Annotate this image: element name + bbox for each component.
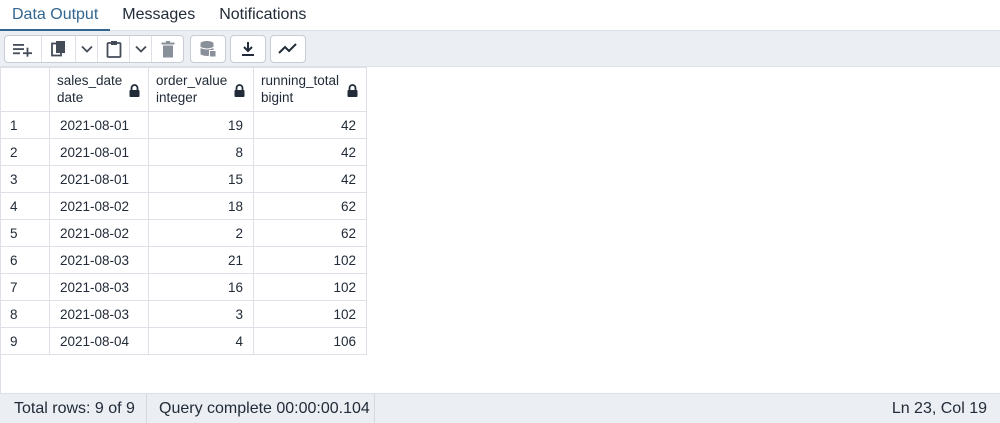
add-row-icon xyxy=(12,41,34,57)
table-row[interactable]: 4 2021-08-02 18 62 xyxy=(0,192,367,220)
row-number[interactable]: 5 xyxy=(0,219,50,247)
cell-sales-date[interactable]: 2021-08-01 xyxy=(49,111,149,139)
column-header-running-total[interactable]: running_total bigint xyxy=(253,67,367,112)
cell-running-total[interactable]: 62 xyxy=(253,219,367,247)
query-complete-status: Query complete 00:00:00.104 xyxy=(159,400,370,417)
table-row[interactable]: 5 2021-08-02 2 62 xyxy=(0,219,367,247)
download-group xyxy=(230,35,266,63)
lock-icon xyxy=(234,84,245,100)
chevron-down-icon xyxy=(80,45,93,53)
delete-icon xyxy=(161,40,175,58)
cell-running-total[interactable]: 102 xyxy=(253,273,367,301)
result-tabs: Data Output Messages Notifications xyxy=(0,0,1000,31)
cell-order-value[interactable]: 4 xyxy=(148,327,254,355)
tab-messages[interactable]: Messages xyxy=(110,0,207,30)
status-divider xyxy=(146,394,147,423)
row-number[interactable]: 3 xyxy=(0,165,50,193)
cell-sales-date[interactable]: 2021-08-02 xyxy=(49,219,149,247)
row-number[interactable]: 6 xyxy=(0,246,50,274)
cell-sales-date[interactable]: 2021-08-01 xyxy=(49,138,149,166)
tab-notifications[interactable]: Notifications xyxy=(207,0,318,30)
row-number[interactable]: 2 xyxy=(0,138,50,166)
cell-running-total[interactable]: 42 xyxy=(253,138,367,166)
graph-icon xyxy=(278,43,298,55)
cell-sales-date[interactable]: 2021-08-03 xyxy=(49,246,149,274)
row-number[interactable]: 1 xyxy=(0,111,50,139)
row-number-header[interactable] xyxy=(0,67,50,112)
row-number[interactable]: 9 xyxy=(0,327,50,355)
column-header-order-value[interactable]: order_value integer xyxy=(148,67,254,112)
column-header-sales-date[interactable]: sales_date date xyxy=(49,67,149,112)
total-rows-status: Total rows: 9 of 9 xyxy=(14,400,135,417)
save-data-button[interactable] xyxy=(191,36,225,62)
table-row[interactable]: 9 2021-08-04 4 106 xyxy=(0,327,367,355)
row-number[interactable]: 8 xyxy=(0,300,50,328)
column-name: sales_date xyxy=(57,73,123,88)
column-type: bigint xyxy=(261,90,294,105)
table-row[interactable]: 3 2021-08-01 15 42 xyxy=(0,165,367,193)
cell-order-value[interactable]: 8 xyxy=(148,138,254,166)
status-bar: Total rows: 9 of 9 Query complete 00:00:… xyxy=(0,393,1000,423)
paste-options-dropdown[interactable] xyxy=(129,36,151,62)
cell-order-value[interactable]: 16 xyxy=(148,273,254,301)
cell-running-total[interactable]: 102 xyxy=(253,246,367,274)
grid-header-row: sales_date date order_value integer runn… xyxy=(0,67,367,112)
edit-button-group xyxy=(4,35,184,63)
lock-icon xyxy=(129,84,140,100)
cell-order-value[interactable]: 15 xyxy=(148,165,254,193)
graph-group xyxy=(270,35,306,63)
data-grid: sales_date date order_value integer runn… xyxy=(0,67,367,355)
save-data-icon xyxy=(199,40,217,58)
tab-data-output[interactable]: Data Output xyxy=(0,0,111,31)
cell-sales-date[interactable]: 2021-08-02 xyxy=(49,192,149,220)
table-row[interactable]: 6 2021-08-03 21 102 xyxy=(0,246,367,274)
cell-order-value[interactable]: 3 xyxy=(148,300,254,328)
cell-sales-date[interactable]: 2021-08-01 xyxy=(49,165,149,193)
status-divider xyxy=(374,394,375,423)
paste-icon xyxy=(106,40,122,58)
cell-sales-date[interactable]: 2021-08-03 xyxy=(49,273,149,301)
copy-button[interactable] xyxy=(41,36,75,62)
paste-button[interactable] xyxy=(97,36,129,62)
cell-sales-date[interactable]: 2021-08-03 xyxy=(49,300,149,328)
cell-sales-date[interactable]: 2021-08-04 xyxy=(49,327,149,355)
lock-icon xyxy=(347,84,358,100)
table-row[interactable]: 7 2021-08-03 16 102 xyxy=(0,273,367,301)
cell-running-total[interactable]: 42 xyxy=(253,111,367,139)
column-type: date xyxy=(57,90,84,105)
column-name: running_total xyxy=(261,73,340,88)
cell-order-value[interactable]: 21 xyxy=(148,246,254,274)
copy-icon xyxy=(50,40,67,58)
row-number[interactable]: 4 xyxy=(0,192,50,220)
cell-order-value[interactable]: 18 xyxy=(148,192,254,220)
copy-options-dropdown[interactable] xyxy=(75,36,97,62)
cursor-position-status: Ln 23, Col 19 xyxy=(891,400,987,417)
save-group xyxy=(190,35,226,63)
chevron-down-icon xyxy=(134,45,147,53)
column-name: order_value xyxy=(156,73,228,88)
cell-order-value[interactable]: 2 xyxy=(148,219,254,247)
column-type: integer xyxy=(156,90,198,105)
table-row[interactable]: 2 2021-08-01 8 42 xyxy=(0,138,367,166)
download-icon xyxy=(241,41,255,57)
data-output-toolbar xyxy=(0,31,1000,67)
delete-button[interactable] xyxy=(151,36,183,62)
table-row[interactable]: 1 2021-08-01 19 42 xyxy=(0,111,367,139)
cell-running-total[interactable]: 62 xyxy=(253,192,367,220)
row-number[interactable]: 7 xyxy=(0,273,50,301)
cell-order-value[interactable]: 19 xyxy=(148,111,254,139)
download-button[interactable] xyxy=(231,36,265,62)
cell-running-total[interactable]: 106 xyxy=(253,327,367,355)
table-row[interactable]: 8 2021-08-03 3 102 xyxy=(0,300,367,328)
graph-visualiser-button[interactable] xyxy=(271,36,305,62)
cell-running-total[interactable]: 102 xyxy=(253,300,367,328)
cell-running-total[interactable]: 42 xyxy=(253,165,367,193)
add-row-button[interactable] xyxy=(5,36,41,62)
